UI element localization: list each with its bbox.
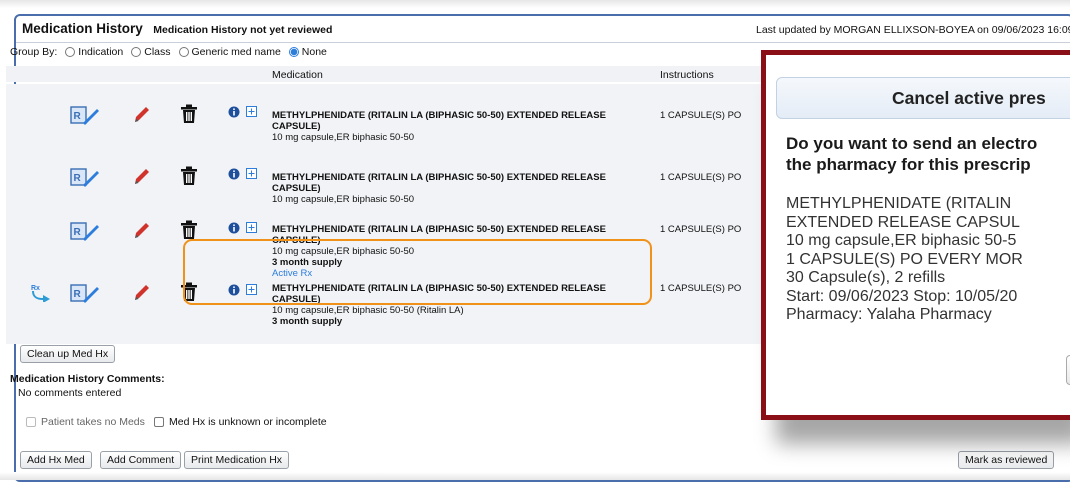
mark-as-reviewed-button[interactable]: Mark as reviewed xyxy=(958,451,1055,469)
erx-send-icon[interactable]: Rx xyxy=(30,282,52,302)
detail-line: 1 CAPSULE(S) PO EVERY MOR xyxy=(786,250,1023,268)
top-shade xyxy=(0,0,1070,8)
question-line: the pharmacy for this prescrip xyxy=(786,155,1031,174)
rx-edit-icon[interactable]: R xyxy=(70,104,100,126)
instructions-cell: 1 CAPSULE(S) PO xyxy=(660,283,742,294)
header-divider xyxy=(16,42,1070,43)
supply-text: 3 month supply xyxy=(272,316,343,327)
medication-detail: 10 mg capsule,ER biphasic 50-50 (Ritalin… xyxy=(272,305,464,316)
dialog-button[interactable] xyxy=(1066,355,1070,385)
radio-label: Generic med name xyxy=(191,46,281,58)
cancel-prescription-dialog: Cancel active pres Do you want to send a… xyxy=(761,50,1070,420)
svg-text:R: R xyxy=(74,173,82,184)
radio-label: None xyxy=(301,46,327,58)
group-by-indication-radio[interactable]: Indication xyxy=(65,46,123,58)
add-comment-button[interactable]: Add Comment xyxy=(100,451,182,469)
column-instructions: Instructions xyxy=(660,69,714,81)
checkbox-label: Patient takes no Meds xyxy=(41,416,145,428)
medication-cell: METHYLPHENIDATE (RITALIN LA (BIPHASIC 50… xyxy=(272,172,632,205)
pencil-icon[interactable] xyxy=(132,282,152,302)
medication-name: METHYLPHENIDATE (RITALIN LA (BIPHASIC 50… xyxy=(272,172,606,194)
radio-icon xyxy=(178,47,189,57)
svg-text:Rx: Rx xyxy=(31,285,40,292)
bottom-shade xyxy=(0,472,1070,480)
group-by-bar: Group By: Indication Class Generic med n… xyxy=(10,46,327,58)
svg-text:R: R xyxy=(74,227,82,238)
medication-name: METHYLPHENIDATE (RITALIN LA (BIPHASIC 50… xyxy=(272,110,606,132)
group-by-none-radio[interactable]: None xyxy=(288,46,327,58)
add-hx-med-button[interactable]: Add Hx Med xyxy=(20,451,92,469)
detail-line: 30 Capsule(s), 2 refills xyxy=(786,269,946,286)
pencil-icon[interactable] xyxy=(132,220,152,240)
svg-text:R: R xyxy=(74,289,82,300)
group-by-generic-radio[interactable]: Generic med name xyxy=(178,46,281,58)
pencil-icon[interactable] xyxy=(132,166,152,186)
detail-line: Pharmacy: Yalaha Pharmacy xyxy=(786,306,992,323)
radio-label: Indication xyxy=(78,46,124,58)
trash-icon[interactable] xyxy=(180,220,198,240)
info-icon[interactable] xyxy=(228,106,240,118)
radio-selected-icon xyxy=(288,47,299,57)
dialog-title-bar: Cancel active pres xyxy=(776,77,1070,119)
instructions-cell: 1 CAPSULE(S) PO xyxy=(660,110,742,121)
highlight-outline xyxy=(183,239,652,305)
expand-icon[interactable] xyxy=(246,168,257,179)
trash-icon[interactable] xyxy=(180,166,198,186)
review-status: Medication History not yet reviewed xyxy=(153,24,333,36)
radio-icon xyxy=(65,47,76,57)
info-icon[interactable] xyxy=(228,168,240,180)
detail-line: Start: 09/06/2023 Stop: 10/05/20 xyxy=(786,287,1018,305)
print-medication-hx-button[interactable]: Print Medication Hx xyxy=(184,451,290,469)
panel-title: Medication History xyxy=(22,21,143,36)
rx-edit-icon[interactable]: R xyxy=(70,220,100,242)
detail-line: METHYLPHENIDATE (RITALIN xyxy=(786,195,1012,212)
comments-text: No comments entered xyxy=(18,387,122,399)
dialog-title: Cancel active pres xyxy=(892,88,1046,108)
radio-icon xyxy=(131,47,142,57)
instructions-cell: 1 CAPSULE(S) PO xyxy=(660,224,742,235)
detail-line: 10 mg capsule,ER biphasic 50-5 xyxy=(786,232,1017,249)
rx-edit-icon[interactable]: R xyxy=(70,166,100,188)
checkbox-icon xyxy=(154,417,164,427)
group-by-label: Group By: xyxy=(10,46,58,58)
pencil-icon[interactable] xyxy=(132,104,152,124)
medication-cell: METHYLPHENIDATE (RITALIN LA (BIPHASIC 50… xyxy=(272,110,632,143)
expand-icon[interactable] xyxy=(246,106,257,117)
instructions-cell: 1 CAPSULE(S) PO xyxy=(660,172,742,183)
rx-edit-icon[interactable]: R xyxy=(70,282,100,304)
radio-label: Class xyxy=(144,46,171,58)
checkbox-icon xyxy=(26,417,36,427)
trash-icon[interactable] xyxy=(180,104,198,124)
svg-text:R: R xyxy=(74,111,82,122)
no-meds-checkbox[interactable]: Patient takes no Meds xyxy=(26,416,145,428)
comments-title: Medication History Comments: xyxy=(10,373,165,385)
checkbox-label: Med Hx is unknown or incomplete xyxy=(169,416,327,428)
medication-detail: 10 mg capsule,ER biphasic 50-50 xyxy=(272,194,415,205)
group-by-class-radio[interactable]: Class xyxy=(131,46,171,58)
clean-up-med-hx-button[interactable]: Clean up Med Hx xyxy=(20,345,116,363)
column-medication: Medication xyxy=(272,69,323,81)
med-hx-unknown-checkbox[interactable]: Med Hx is unknown or incomplete xyxy=(154,416,327,428)
info-icon[interactable] xyxy=(228,222,240,234)
dialog-prescription-details: METHYLPHENIDATE (RITALIN EXTENDED RELEAS… xyxy=(786,195,1023,325)
detail-line: EXTENDED RELEASE CAPSUL xyxy=(786,213,1020,231)
medication-detail: 10 mg capsule,ER biphasic 50-50 xyxy=(272,132,415,143)
dialog-question: Do you want to send an electro the pharm… xyxy=(786,133,1037,175)
panel-header: Medication History Medication History no… xyxy=(22,20,332,38)
last-updated-text: Last updated by MORGAN ELLIXSON-BOYEA on… xyxy=(756,24,1070,36)
question-line: Do you want to send an electro xyxy=(786,134,1038,153)
expand-icon[interactable] xyxy=(246,222,257,233)
